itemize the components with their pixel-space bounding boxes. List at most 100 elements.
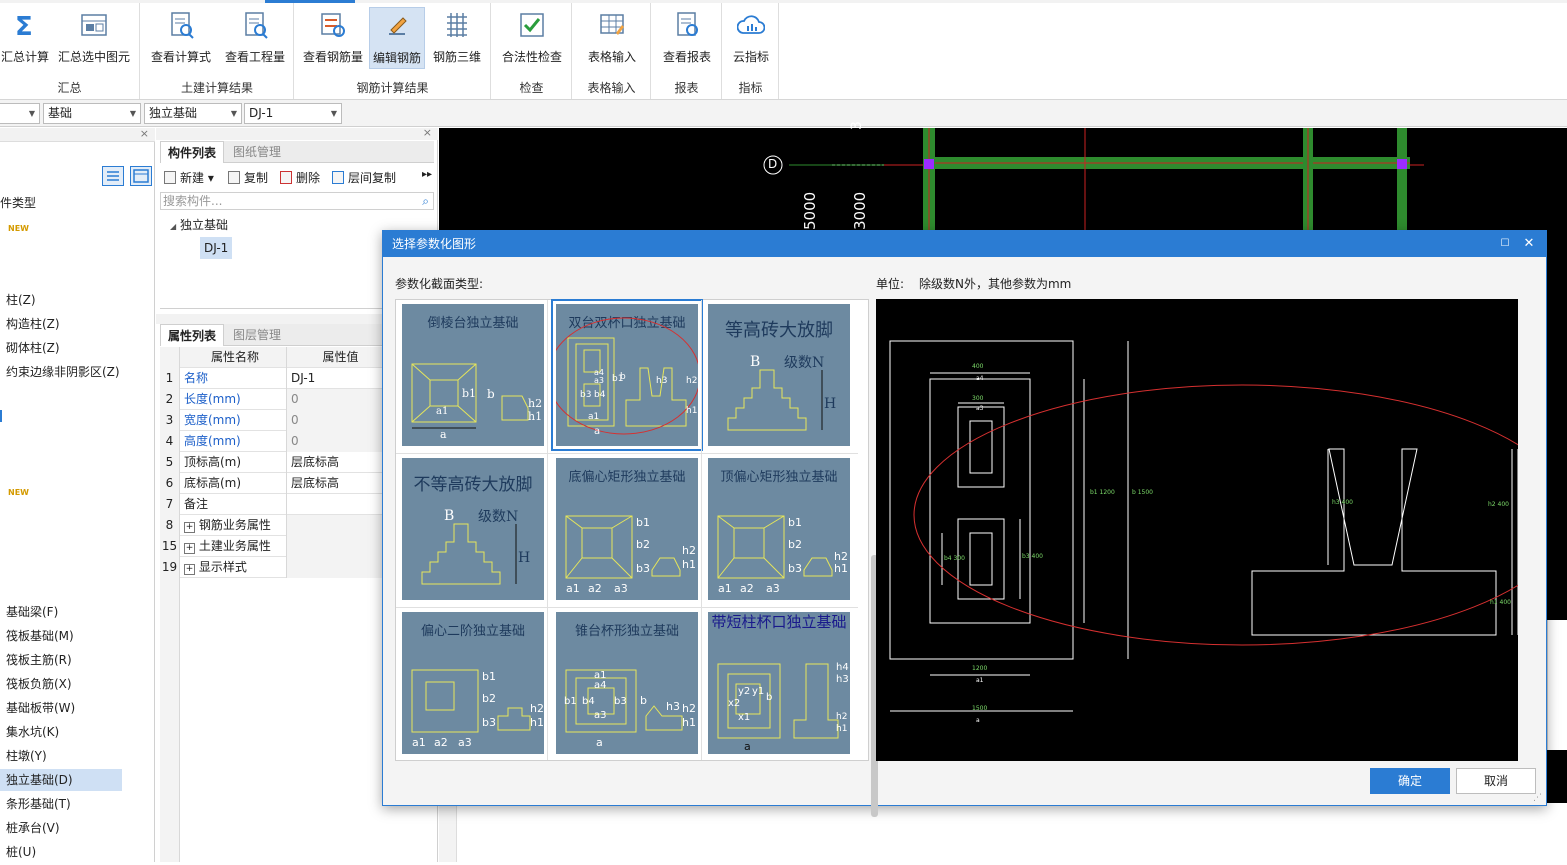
resize-grip-icon[interactable]: ⋰ xyxy=(1533,793,1542,803)
ribbon-group-label: 检查 xyxy=(519,81,544,95)
nav-item-pier[interactable]: 柱墩(Y) xyxy=(0,745,122,767)
thumb-short-column-cup[interactable]: 带短柱杯口独立基础 x2 y2 y1 x1 b h4 h3 h1 h2 a xyxy=(708,612,850,754)
copy-button[interactable]: 复制 xyxy=(228,168,268,188)
table-input-button[interactable]: 表格输入 xyxy=(577,7,647,69)
tab-property-list[interactable]: 属性列表 xyxy=(160,324,225,346)
nav-item-foundation-beam[interactable]: 基础梁(F) xyxy=(0,601,122,623)
rebar-3d-icon xyxy=(447,13,467,37)
close-icon[interactable]: × xyxy=(140,127,149,140)
delete-button[interactable]: 删除 xyxy=(280,168,320,188)
new-doc-icon xyxy=(164,171,176,184)
nav-item-pile[interactable]: 桩(U) xyxy=(0,841,122,863)
sum-selected-button[interactable]: 汇总选中图元 xyxy=(52,7,136,69)
ribbon-group-report: 查看报表 报表 xyxy=(652,3,722,99)
validity-check-button[interactable]: 合法性检查 xyxy=(496,7,568,69)
tree-view-icon[interactable] xyxy=(130,166,152,186)
cloud-index-button[interactable]: 云指标 xyxy=(725,7,777,69)
ribbon-group-summary: Σ 汇总计算 汇总选中图元 汇总 xyxy=(0,3,140,99)
dim-label: 3000 xyxy=(851,191,869,230)
nav-item-sump[interactable]: 集水坑(K) xyxy=(0,721,122,743)
dim-text: b4 300 xyxy=(944,555,965,562)
delete-icon xyxy=(280,171,292,184)
more-icon[interactable]: ▸▸ xyxy=(422,169,432,180)
category-select[interactable]: 基础 ▼ xyxy=(43,103,141,124)
nav-item-slab-band[interactable]: 基础板带(W) xyxy=(0,697,122,719)
component-tabs: 构件列表 图纸管理 xyxy=(160,141,434,163)
nav-item-edge-zone[interactable]: 约束边缘非阴影区(Z) xyxy=(0,361,122,383)
thumb-eccentric-two-step[interactable]: 偏心二阶独立基础 b1 b2 b3 h2 h1 a1 a2 a3 xyxy=(402,612,544,754)
tab-layer-manage[interactable]: 图层管理 xyxy=(226,324,288,346)
thumb-drawing xyxy=(717,663,839,739)
expand-icon[interactable]: + xyxy=(184,522,195,533)
chevron-down-icon: ▼ xyxy=(330,109,337,118)
expand-icon[interactable]: + xyxy=(184,564,195,575)
chevron-down-icon: ▼ xyxy=(230,109,237,118)
thumb-drawing xyxy=(717,515,833,579)
nav-item-isolated-footing[interactable]: 独立基础(D) xyxy=(0,769,122,791)
nav-item-raft-neg-rebar[interactable]: 筏板负筋(X) xyxy=(0,673,122,695)
thumb-drawing xyxy=(565,515,681,579)
thumb-inverted-frustum[interactable]: 倒棱台独立基础 b1 b h2 h1 a1 a xyxy=(402,304,544,446)
view-report-button[interactable]: 查看报表 xyxy=(654,7,720,69)
thumb-drawing xyxy=(411,363,529,429)
component-select[interactable]: DJ-1 ▼ xyxy=(244,103,342,124)
thumb-drawing xyxy=(421,523,517,585)
nav-item-masonry-column[interactable]: 砌体柱(Z) xyxy=(0,337,122,359)
thumb-double-cup[interactable]: 双台双杯口独立基础 a4 a3 b3 b4 b1 b a1 a h3 h2 h1 xyxy=(551,299,703,451)
maximize-icon[interactable]: ☐ xyxy=(1494,231,1516,257)
dialog-title: 选择参数化图形 xyxy=(392,237,477,251)
nav-item-column[interactable]: 柱(Z) xyxy=(0,289,122,311)
thumb-drawing xyxy=(565,669,683,733)
nav-item-struct-column[interactable]: 构造柱(Z) xyxy=(0,313,122,335)
thumb-frustum-cup[interactable]: 锥台杯形独立基础 a1 a4 b1 b4 b3 a3 b h3 h2 h1 a xyxy=(556,612,698,754)
thumb-drawing xyxy=(411,669,531,733)
thumb-equal-brick-footing[interactable]: 等高砖大放脚 B 级数N H xyxy=(708,304,850,446)
ribbon-group-label: 土建计算结果 xyxy=(180,81,253,95)
dim-text: b3 400 xyxy=(1022,553,1043,560)
dim-text: a3 xyxy=(976,405,984,412)
ok-button[interactable]: 确定 xyxy=(1370,768,1450,794)
tab-component-list[interactable]: 构件列表 xyxy=(160,141,225,163)
tree-node-dj1[interactable]: DJ-1 xyxy=(200,237,233,259)
component-search-input[interactable]: 搜索构件... ⌕ xyxy=(160,192,434,210)
nav-marker xyxy=(0,410,2,422)
list-view-icon[interactable] xyxy=(102,166,124,186)
view-rebar-button[interactable]: 查看钢筋量 xyxy=(299,7,367,69)
tab-drawing-manage[interactable]: 图纸管理 xyxy=(226,141,288,163)
ribbon-toolbar: Σ 汇总计算 汇总选中图元 汇总 查看计算式 查看工程量 土建计算结果 查看钢筋… xyxy=(0,0,1567,100)
nav-item-raft-main-rebar[interactable]: 筏板主筋(R) xyxy=(0,649,122,671)
header-value: 属性值 xyxy=(286,347,394,368)
thumb-drawing xyxy=(727,369,823,431)
grid-divider xyxy=(701,300,702,760)
edit-rebar-button[interactable]: 编辑钢筋 xyxy=(369,7,425,69)
sum-calc-button[interactable]: Σ 汇总计算 xyxy=(0,7,50,69)
close-icon[interactable]: ✕ xyxy=(1518,231,1540,257)
section-type-label: 参数化截面类型: xyxy=(395,277,484,291)
close-icon[interactable]: × xyxy=(423,126,432,139)
thumb-unequal-brick-footing[interactable]: 不等高砖大放脚 B 级数N H xyxy=(402,458,544,600)
new-component-button[interactable]: 新建 ▾ xyxy=(164,168,214,188)
thumb-top-eccentric[interactable]: 顶偏心矩形独立基础 b1 b2 b3 h2 h1 a1 a2 a3 xyxy=(708,458,850,600)
rebar-3d-button[interactable]: 钢筋三维 xyxy=(427,7,487,69)
nav-item-raft[interactable]: 筏板基础(M) xyxy=(0,625,122,647)
dim-text: b1 1200 xyxy=(1090,489,1115,496)
expand-icon[interactable]: + xyxy=(184,543,195,554)
floor-copy-button[interactable]: 层间复制 xyxy=(332,168,396,188)
dim-text: b 1500 xyxy=(1132,489,1153,496)
report-icon xyxy=(677,12,698,36)
row-number-gutter xyxy=(160,578,180,862)
dim-text: 300 xyxy=(972,395,984,402)
thumb-bottom-eccentric[interactable]: 底偏心矩形独立基础 b1 b2 b3 h2 h1 a1 a2 a3 xyxy=(556,458,698,600)
level-select[interactable]: ▼ xyxy=(0,103,40,124)
view-formula-button[interactable]: 查看计算式 xyxy=(145,7,217,69)
cloud-icon xyxy=(737,15,765,34)
cancel-button[interactable]: 取消 xyxy=(1456,768,1536,794)
tree-node-isolated-footing[interactable]: ◢ 独立基础 xyxy=(170,216,228,233)
type-select[interactable]: 独立基础 ▼ xyxy=(144,103,242,124)
view-quantity-button[interactable]: 查看工程量 xyxy=(219,7,291,69)
floor-copy-icon xyxy=(332,171,344,184)
pen-edit-icon xyxy=(389,17,407,35)
ribbon-group-label: 钢筋计算结果 xyxy=(356,81,429,95)
nav-item-pile-cap[interactable]: 桩承台(V) xyxy=(0,817,122,839)
nav-item-strip-footing[interactable]: 条形基础(T) xyxy=(0,793,122,815)
